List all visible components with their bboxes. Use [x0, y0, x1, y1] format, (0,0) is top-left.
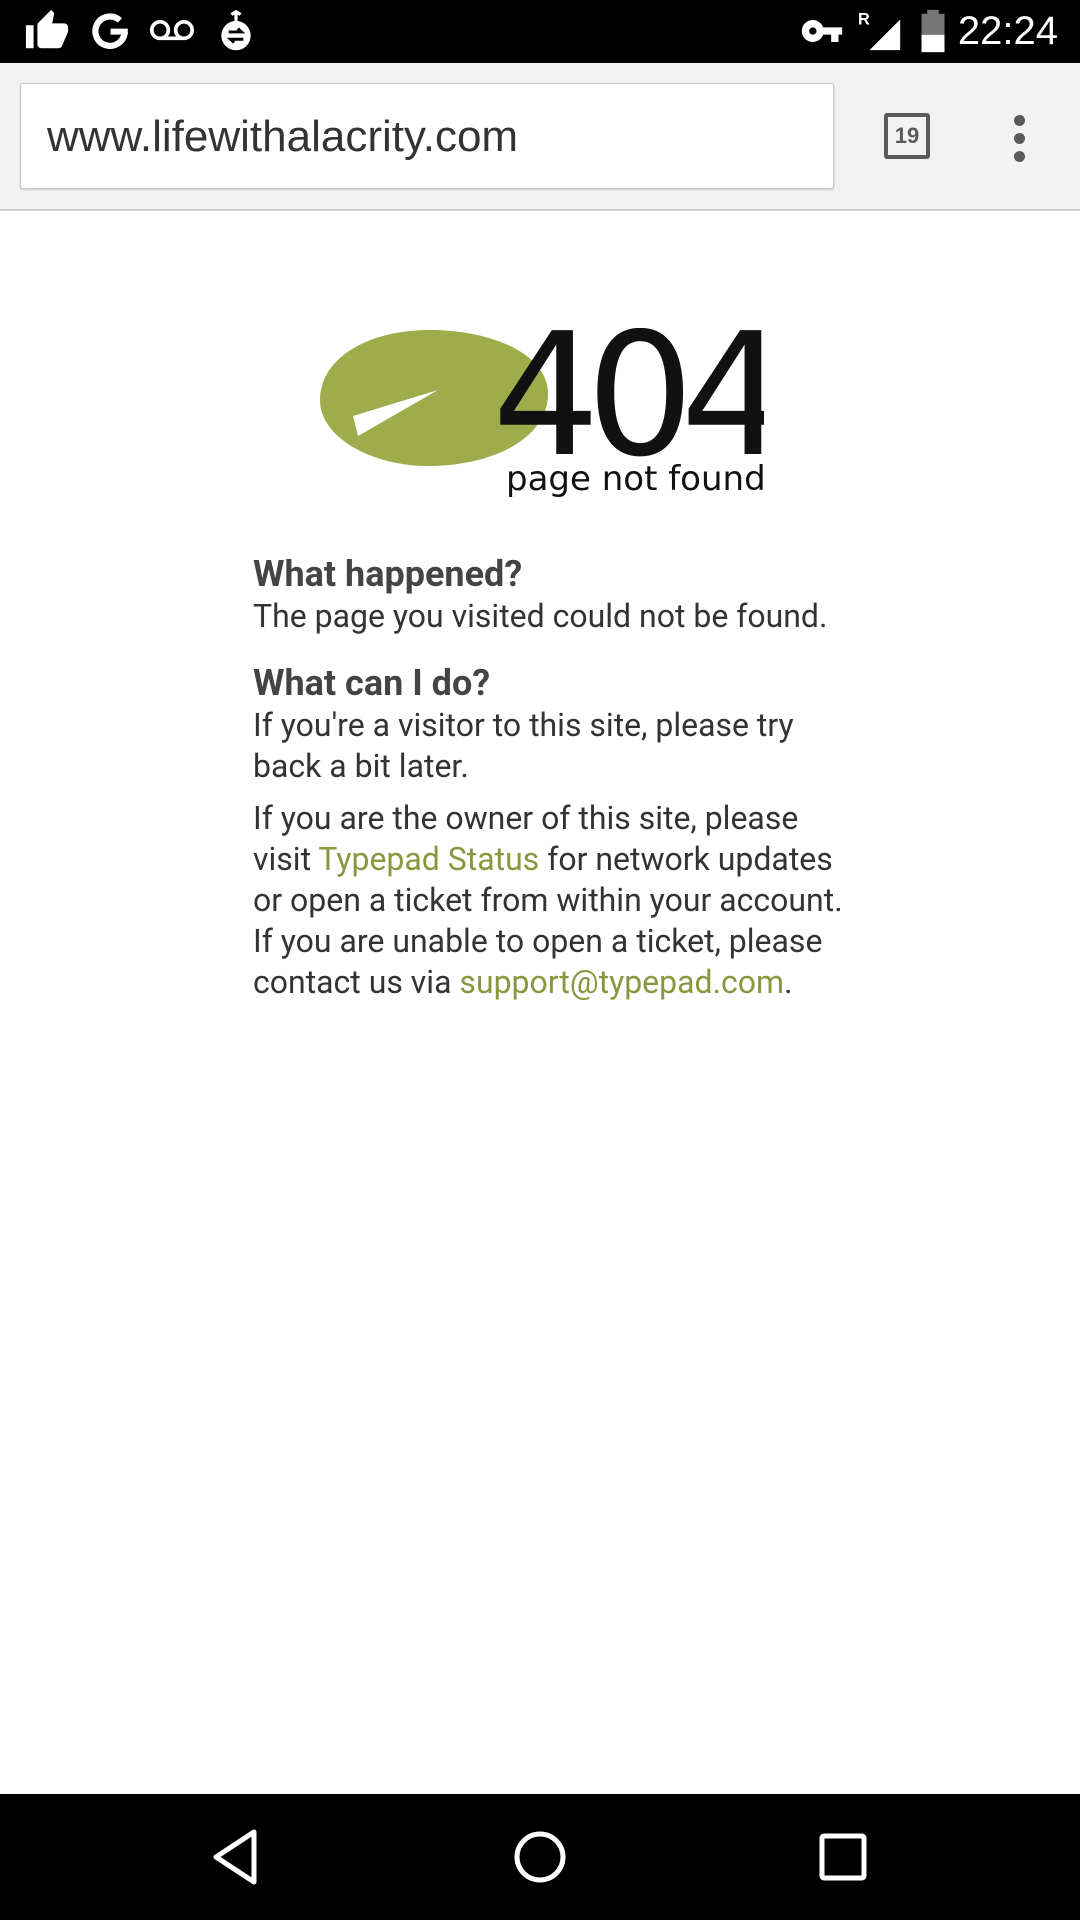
more-vert-icon[interactable]: [1000, 113, 1040, 163]
visitor-text: If you're a visitor to this site, please…: [253, 706, 794, 785]
url-text[interactable]: www.lifewithalacrity.com: [47, 84, 518, 190]
typepad-status-link[interactable]: Typepad Status: [318, 840, 539, 878]
clock: 22:24: [957, 9, 1058, 53]
page-not-found-logo: 404 page not found: [318, 297, 793, 500]
logo-caption: page not found: [506, 459, 764, 499]
roaming-indicator: R: [858, 10, 870, 28]
navigation-bar: [0, 1794, 1080, 1920]
battery-icon: [916, 8, 950, 54]
google-icon: [88, 8, 132, 54]
support-email-link[interactable]: support@typepad.com: [459, 963, 784, 1001]
error-message: What happened? The page you visited coul…: [253, 548, 853, 1014]
data-sync-icon: [214, 8, 258, 54]
owner-text-end: .: [784, 963, 793, 1001]
what-happened-text: The page you visited could not be found.: [253, 597, 828, 635]
heading-what-can-i-do: What can I do?: [253, 662, 491, 704]
home-icon[interactable]: [507, 1824, 573, 1890]
tab-switcher-button[interactable]: 19: [884, 113, 930, 159]
heading-what-happened: What happened?: [253, 553, 523, 595]
back-icon[interactable]: [204, 1824, 270, 1890]
signal-icon: R: [858, 8, 904, 54]
browser-toolbar: www.lifewithalacrity.com 19: [0, 63, 1080, 211]
address-bar[interactable]: www.lifewithalacrity.com: [20, 83, 834, 189]
owner-text: If you are the owner of this site, pleas…: [253, 798, 853, 1003]
recents-icon[interactable]: [810, 1824, 876, 1890]
voicemail-icon: [150, 8, 194, 54]
vpn-key-icon: [800, 8, 844, 54]
status-bar: R 22:24: [0, 0, 1080, 63]
thumbs-up-icon: [24, 8, 70, 54]
